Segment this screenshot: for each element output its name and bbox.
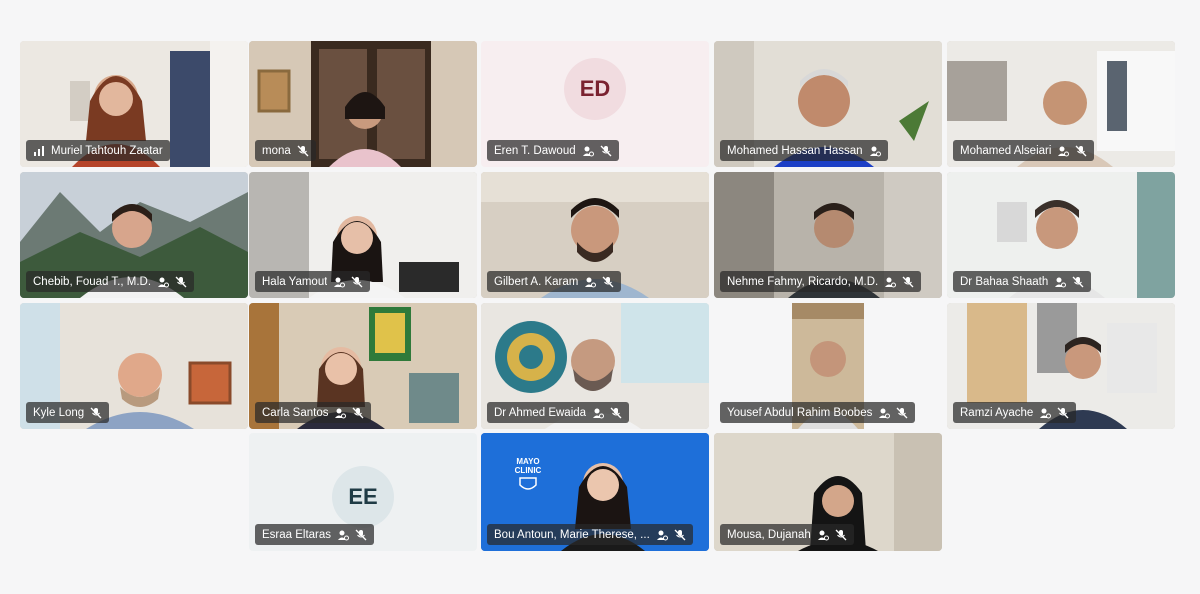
mic-off-icon — [351, 276, 363, 288]
participant-name: Mohamed Hassan Hassan — [727, 144, 863, 157]
participant-tile[interactable]: Yousef Abdul Rahim Boobes — [714, 303, 942, 429]
participant-name: Ramzi Ayache — [960, 406, 1034, 419]
participant-tile[interactable]: Chebib, Fouad T., M.D. — [20, 172, 248, 298]
participant-name: Eren T. Dawoud — [494, 144, 576, 157]
participant-name: Chebib, Fouad T., M.D. — [33, 275, 152, 288]
participant-name-bar: Dr Bahaa Shaath — [953, 271, 1092, 292]
participant-name: mona — [262, 144, 291, 157]
participant-name: Kyle Long — [33, 406, 85, 419]
participant-name-bar: Mousa, Dujanah — [720, 524, 854, 545]
participant-tile[interactable]: Dr Ahmed Ewaida — [481, 303, 709, 429]
participant-icon — [584, 276, 597, 288]
participant-icon — [884, 276, 897, 288]
participant-icon — [878, 407, 891, 419]
participant-icon — [1039, 407, 1052, 419]
participant-tile[interactable]: Ramzi Ayache — [947, 303, 1175, 429]
participant-name: Yousef Abdul Rahim Boobes — [727, 406, 873, 419]
participant-name-bar: Muriel Tahtouh Zaatar — [26, 140, 170, 161]
participant-tile[interactable]: Mohamed Alseiari — [947, 41, 1175, 167]
participant-name: Mohamed Alseiari — [960, 144, 1052, 157]
participant-name: Nehme Fahmy, Ricardo, M.D. — [727, 275, 879, 288]
participant-name-bar: mona — [255, 140, 316, 161]
participant-tile[interactable]: Carla Santos — [249, 303, 477, 429]
participant-name-bar: Mohamed Hassan Hassan — [720, 140, 888, 161]
participant-tile[interactable]: Hala Yamout — [249, 172, 477, 298]
participant-icon — [337, 529, 350, 541]
participant-name-bar: Chebib, Fouad T., M.D. — [26, 271, 195, 292]
video-call-gallery: Muriel Tahtouh Zaatar mona ED Eren T. Da… — [0, 0, 1200, 594]
participant-name-bar: Eren T. Dawoud — [487, 140, 619, 161]
participant-name: Dr Bahaa Shaath — [960, 275, 1049, 288]
participant-tile[interactable]: Nehme Fahmy, Ricardo, M.D. — [714, 172, 942, 298]
participant-icon — [656, 529, 668, 541]
participant-name: Bou Antoun, Marie Therese, ... — [494, 528, 650, 541]
participant-icon — [157, 276, 170, 288]
participant-name: Hala Yamout — [262, 275, 328, 288]
participant-icon — [333, 276, 346, 288]
participant-name: Dr Ahmed Ewaida — [494, 406, 587, 419]
participant-name-bar: Mohamed Alseiari — [953, 140, 1095, 161]
participant-icon — [1057, 145, 1070, 157]
participant-name: Carla Santos — [262, 406, 329, 419]
mic-off-icon — [1072, 276, 1084, 288]
mic-off-icon — [297, 145, 309, 157]
participant-tile[interactable]: Dr Bahaa Shaath — [947, 172, 1175, 298]
mic-off-icon — [1057, 407, 1069, 419]
participant-name-bar: Carla Santos — [255, 402, 372, 423]
participant-name: Mousa, Dujanah — [727, 528, 811, 541]
participant-name: Esraa Eltaras — [262, 528, 332, 541]
participant-tile[interactable]: ED Eren T. Dawoud — [481, 41, 709, 167]
participant-icon — [582, 145, 594, 157]
participant-name: Muriel Tahtouh Zaatar — [51, 144, 163, 157]
participant-tile[interactable]: Gilbert A. Karam — [481, 172, 709, 298]
participant-tile[interactable]: EE Esraa Eltaras — [249, 433, 477, 551]
avatar-initials: ED — [579, 75, 611, 101]
participant-tile[interactable]: mona — [249, 41, 477, 167]
participant-name-bar: Hala Yamout — [255, 271, 371, 292]
participant-icon — [1054, 276, 1067, 288]
mic-off-icon — [175, 276, 187, 288]
participant-tile[interactable]: Mousa, Dujanah — [714, 433, 942, 551]
mic-off-icon — [1075, 145, 1087, 157]
participant-name-bar: Kyle Long — [26, 402, 110, 423]
participant-icon — [869, 145, 881, 157]
mic-off-icon — [600, 145, 612, 157]
participant-tile[interactable]: Muriel Tahtouh Zaatar — [20, 41, 248, 167]
participant-tile[interactable]: Mohamed Hassan Hassan — [714, 41, 942, 167]
shield-icon — [519, 477, 537, 490]
participant-name-bar: Esraa Eltaras — [255, 524, 375, 545]
mic-off-icon — [602, 276, 614, 288]
participant-name-bar: Dr Ahmed Ewaida — [487, 402, 630, 423]
avatar: EE — [332, 465, 394, 528]
mic-off-icon — [896, 407, 908, 419]
mayo-clinic-logo: MAYO CLINIC — [513, 457, 543, 493]
mayo-clinic-logo-text: MAYO CLINIC — [514, 457, 542, 475]
avatar-initials: EE — [348, 483, 378, 509]
participant-tile[interactable]: Kyle Long — [20, 303, 248, 429]
participant-name: Gilbert A. Karam — [494, 275, 579, 288]
avatar: ED — [564, 57, 626, 120]
mic-off-icon — [352, 407, 364, 419]
mic-off-icon — [90, 407, 102, 419]
participant-name-bar: Gilbert A. Karam — [487, 271, 622, 292]
mic-off-icon — [902, 276, 914, 288]
mic-off-icon — [674, 529, 686, 541]
participant-name-bar: Bou Antoun, Marie Therese, ... — [487, 524, 693, 545]
participant-name-bar: Nehme Fahmy, Ricardo, M.D. — [720, 271, 922, 292]
mic-off-icon — [610, 407, 622, 419]
participant-name-bar: Yousef Abdul Rahim Boobes — [720, 402, 916, 423]
participant-icon — [334, 407, 347, 419]
participant-icon — [592, 407, 605, 419]
mic-off-icon — [835, 529, 847, 541]
mic-off-icon — [355, 529, 367, 541]
signal-bars-icon — [33, 145, 45, 157]
participant-name-bar: Ramzi Ayache — [953, 402, 1077, 423]
participant-icon — [817, 529, 829, 541]
participant-tile[interactable]: MAYO CLINIC Bou Antoun, Marie Therese, .… — [481, 433, 709, 551]
